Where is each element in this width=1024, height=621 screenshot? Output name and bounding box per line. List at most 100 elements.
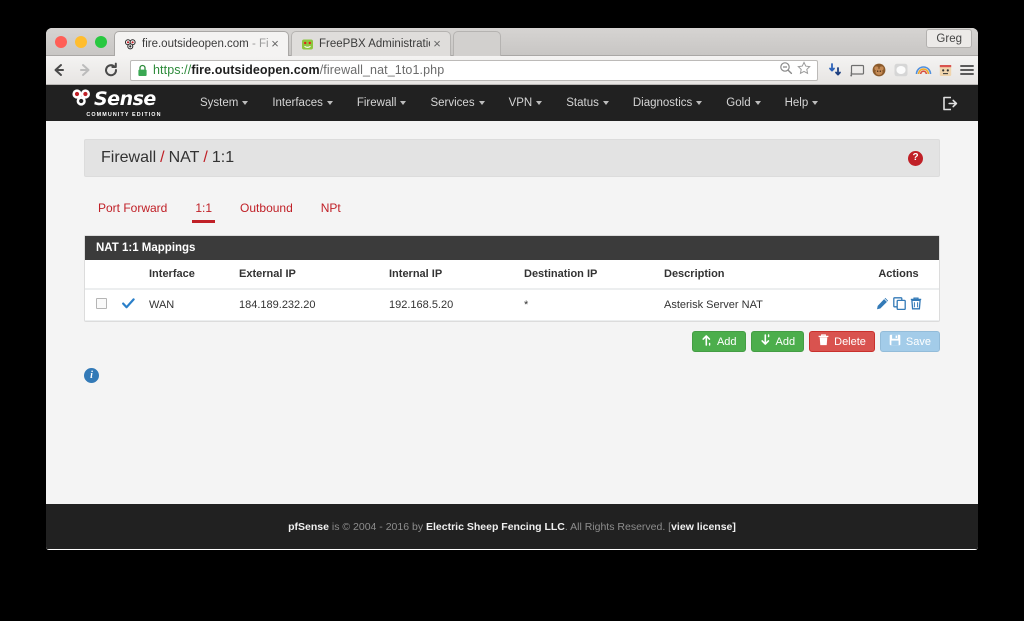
profile-label: Greg [936,32,962,45]
browser-tab-freepbx[interactable]: FreePBX Administration × [291,31,451,56]
window-controls [55,36,107,48]
delete-trash-icon[interactable] [910,297,922,313]
add-above-button[interactable]: Add [691,331,746,352]
minimize-window-button[interactable] [75,36,87,48]
column-actions: Actions [858,260,939,290]
add-below-label: Add [775,335,796,348]
cell-description: Asterisk Server NAT [658,289,858,321]
arrow-down-icon [760,334,771,349]
page-footer: pfSense is © 2004 - 2016 by Electric She… [46,504,978,549]
table-body: WAN 184.189.232.20 192.168.5.20 * Asteri… [85,289,939,321]
downloads-icon[interactable] [824,56,846,85]
chevron-down-icon [242,100,249,105]
info-icon[interactable]: i [84,368,99,383]
freepbx-favicon [301,38,314,51]
pfsense-subtitle: COMMUNITY EDITION [86,112,162,118]
browser-tab-strip: fire.outsideopen.com - Fire × FreePBX Ad… [46,28,978,56]
page-title: Firewall / NAT/1:1 [101,149,235,166]
footer-text: pfSense is © 2004 - 2016 by Electric She… [288,520,736,533]
save-label: Save [905,335,931,348]
column-interface: Interface [143,260,233,290]
column-select [85,260,113,290]
blue-checkmark-icon [121,297,135,312]
add-below-button[interactable]: Add [750,331,805,352]
view-license-link[interactable]: view license [671,521,732,533]
chevron-down-icon [478,100,485,105]
close-window-button[interactable] [55,36,67,48]
nav-firewall[interactable]: Firewall [345,85,419,121]
menu-icon[interactable] [956,56,978,85]
pfsense-balls-logo [70,88,92,111]
rainbow-icon[interactable] [912,56,934,85]
column-destination-ip: Destination IP [518,260,658,290]
maximize-window-button[interactable] [95,36,107,48]
close-tab-icon[interactable]: × [430,37,444,50]
column-internal-ip: Internal IP [383,260,518,290]
help-icon[interactable]: ? [908,150,923,166]
tab-npt[interactable]: NPt [307,201,355,223]
address-bar[interactable]: https://fire.outsideopen.com/firewall_na… [130,59,818,81]
url-text: https://fire.outsideopen.com/firewall_na… [153,63,445,77]
chevron-down-icon [326,100,333,105]
breadcrumb-part-firewall[interactable]: Firewall [101,149,156,166]
floppy-save-icon [889,334,901,349]
row-state-cell [113,289,143,321]
bookmark-star-icon[interactable] [795,60,813,80]
save-button[interactable]: Save [879,331,940,352]
new-tab-button[interactable] [453,31,501,56]
nav-services[interactable]: Services [418,85,496,121]
column-description: Description [658,260,858,290]
close-tab-icon[interactable]: × [268,37,282,50]
row-checkbox[interactable] [96,298,107,309]
tab-one-to-one[interactable]: 1:1 [181,201,226,223]
nav-system[interactable]: System [188,85,260,121]
cell-external-ip: 184.189.232.20 [233,289,383,321]
browser-toolbar: Greg https://fire.outsideopen.com/firewa… [46,29,978,85]
delete-button[interactable]: Delete [809,331,875,352]
trash-icon [818,334,829,349]
pfsense-logo[interactable]: Sense COMMUNITY EDITION [70,88,166,118]
breadcrumb-part-nat[interactable]: NAT [169,149,200,166]
nav-vpn[interactable]: VPN [497,85,555,121]
chevron-down-icon [536,100,543,105]
row-select-cell[interactable] [85,289,113,321]
panel-heading: NAT 1:1 Mappings [85,236,939,260]
breadcrumb-part-current: 1:1 [211,149,235,166]
logout-icon[interactable] [942,96,966,111]
monkey-avatar-icon[interactable] [868,56,890,85]
nat-mappings-panel: NAT 1:1 Mappings Interface External IP I… [84,235,940,322]
browser-tab-pfsense[interactable]: fire.outsideopen.com - Fire × [114,31,289,56]
footer-company: Electric Sheep Fencing LLC [426,520,565,533]
cast-icon[interactable] [846,56,868,85]
cloud-icon[interactable] [890,56,912,85]
column-external-ip: External IP [233,260,383,290]
nat-mappings-table: Interface External IP Internal IP Destin… [85,260,939,321]
nat-tab-bar: Port Forward 1:1 Outbound NPt [84,191,940,223]
footer-brand: pfSense [288,520,329,533]
browser-profile-button[interactable]: Greg [926,29,972,48]
tab-outbound[interactable]: Outbound [226,201,307,223]
table-row[interactable]: WAN 184.189.232.20 192.168.5.20 * Asteri… [85,289,939,321]
nav-gold[interactable]: Gold [714,85,772,121]
robot-icon[interactable] [934,56,956,85]
page-viewport: Sense COMMUNITY EDITION System Interface… [46,85,978,549]
edit-pencil-icon[interactable] [876,297,889,313]
zoom-out-icon[interactable] [777,61,795,80]
cell-interface: WAN [143,289,233,321]
pfsense-wordmark: Sense [94,88,156,110]
browser-window: fire.outsideopen.com - Fire × FreePBX Ad… [46,28,978,550]
cell-internal-ip: 192.168.5.20 [383,289,518,321]
chevron-down-icon [812,100,819,105]
nav-diagnostics[interactable]: Diagnostics [621,85,714,121]
reload-icon[interactable] [98,56,124,85]
forward-arrow-icon [72,56,98,85]
breadcrumb: Firewall / NAT/1:1 ? [84,139,940,177]
tab-port-forward[interactable]: Port Forward [84,201,181,223]
nav-interfaces[interactable]: Interfaces [260,85,345,121]
copy-icon[interactable] [892,297,906,313]
back-arrow-icon[interactable] [46,56,72,85]
action-button-row: Add Add Delete Save [84,331,940,352]
nav-help[interactable]: Help [773,85,831,121]
cell-actions [858,289,939,321]
nav-status[interactable]: Status [554,85,621,121]
